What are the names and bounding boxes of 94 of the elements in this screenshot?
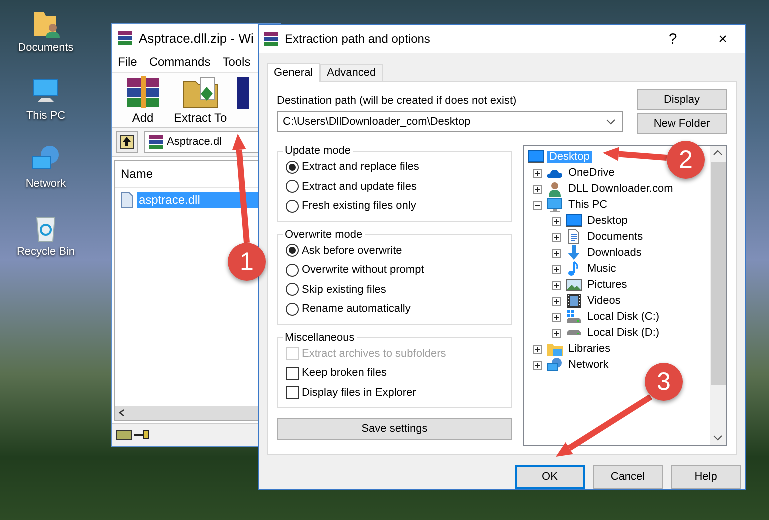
checkbox[interactable] [286, 366, 299, 380]
group-title: Overwrite mode [284, 228, 364, 240]
expand-icon[interactable] [552, 264, 562, 274]
destination-path-combobox[interactable]: C:\Users\DllDownloader_com\Desktop [277, 111, 623, 132]
key-icon [134, 430, 150, 440]
option-label[interactable]: Fresh existing files only [302, 200, 416, 212]
toolbar-button[interactable]: Add [122, 74, 164, 125]
expand-icon[interactable] [552, 312, 562, 322]
group-title: Miscellaneous [284, 332, 356, 344]
side-button[interactable]: New Folder [637, 113, 727, 134]
computer-icon [547, 197, 564, 213]
option-label[interactable]: Display files in Explorer [302, 386, 416, 399]
option-label[interactable]: Extract and replace files [302, 161, 420, 174]
option-label[interactable]: Skip existing files [302, 284, 386, 296]
tree-item[interactable]: DLL Downloader.com [566, 183, 676, 195]
expand-icon[interactable] [552, 280, 562, 290]
document-icon [566, 229, 582, 245]
radio-button[interactable] [286, 200, 299, 213]
dialog-button[interactable]: Cancel [593, 465, 663, 489]
tree-item[interactable]: This PC [566, 199, 610, 211]
tab[interactable]: General [267, 63, 320, 82]
radio-button[interactable] [286, 244, 299, 258]
desktop-icon-label[interactable]: This PC [26, 110, 66, 122]
dialog-title: Extraction path and options [285, 32, 432, 46]
option-label[interactable]: Extract and update files [302, 180, 417, 193]
chevron-down-icon[interactable] [713, 435, 723, 441]
drive-icon [116, 430, 132, 440]
option-label[interactable]: Keep broken files [302, 367, 387, 380]
menu-item[interactable]: Tools [222, 55, 251, 69]
film-icon [566, 293, 582, 309]
expand-icon[interactable] [552, 248, 562, 258]
expand-icon[interactable] [552, 296, 562, 306]
destination-label: Destination path (will be created if does not exist) [277, 95, 518, 107]
toolbar-button[interactable]: Extract To [174, 74, 228, 125]
up-folder-button[interactable] [116, 131, 138, 153]
tree-item[interactable]: Local Disk (D:) [585, 327, 662, 339]
chevron-up-icon[interactable] [713, 150, 723, 156]
radio-button[interactable] [286, 180, 299, 194]
radio-button[interactable] [286, 160, 299, 174]
expand-icon[interactable] [533, 168, 542, 178]
group-title: Update mode [284, 145, 352, 157]
expand-icon[interactable] [533, 184, 542, 194]
tree-item[interactable]: Music [585, 263, 618, 275]
archive-icon [117, 30, 133, 46]
tree-item[interactable]: Pictures [585, 279, 630, 291]
tree-item[interactable]: OneDrive [566, 167, 617, 179]
person-icon [547, 181, 564, 197]
desktop-icon-label[interactable]: Network [26, 178, 66, 190]
network-icon [547, 357, 564, 373]
tree-item[interactable]: Videos [585, 295, 623, 307]
tree-item[interactable]: Documents [585, 231, 646, 243]
expand-icon[interactable] [533, 344, 542, 354]
option-label[interactable]: Rename automatically [302, 303, 411, 316]
down-arrow-icon [566, 245, 582, 261]
monitor-icon [528, 149, 544, 165]
chevron-down-icon[interactable] [606, 118, 616, 124]
tree-item[interactable]: Downloads [585, 247, 644, 259]
tree-item[interactable]: Local Disk (C:) [585, 311, 662, 323]
expand-icon[interactable] [552, 216, 562, 226]
menu-item[interactable]: Commands [149, 55, 211, 69]
radio-button[interactable] [286, 283, 299, 296]
side-button[interactable]: Display [637, 89, 727, 110]
monitor-icon [566, 213, 582, 229]
dialog-button[interactable]: Help [671, 465, 741, 489]
window-title: Asptrace.dll.zip - Wi [139, 30, 254, 46]
tree-item[interactable]: Network [566, 359, 611, 371]
arrow [603, 147, 668, 162]
archive-icon [148, 134, 164, 150]
checkbox[interactable] [286, 386, 299, 400]
archive-icon [263, 31, 279, 47]
menu-item[interactable]: File [118, 55, 138, 69]
system-drive-icon [566, 309, 582, 325]
vertical-scrollbar[interactable] [710, 146, 726, 445]
option-label[interactable]: Overwrite without prompt [302, 264, 424, 276]
dialog-button[interactable]: OK [515, 465, 585, 489]
tree-item[interactable]: Libraries [566, 343, 613, 355]
toolbar-icon[interactable] [237, 75, 250, 111]
collapse-icon[interactable] [533, 200, 542, 210]
help-button[interactable]: ? [651, 25, 695, 53]
file-icon [121, 192, 133, 208]
tab[interactable]: Advanced [320, 64, 384, 81]
radio-button[interactable] [286, 302, 299, 316]
option-label[interactable]: Ask before overwrite [302, 244, 402, 257]
radio-button[interactable] [286, 264, 299, 277]
chevron-left-icon[interactable] [118, 409, 126, 417]
folder-icon [547, 341, 564, 357]
expand-icon[interactable] [533, 360, 542, 370]
close-button[interactable]: × [701, 25, 745, 53]
picture-icon [566, 277, 582, 293]
desktop-icon-label[interactable]: Documents [18, 42, 74, 54]
tree-item[interactable]: Desktop [585, 215, 630, 227]
save-settings-button[interactable]: Save settings [277, 418, 512, 440]
expand-icon[interactable] [552, 328, 562, 338]
expand-icon[interactable] [552, 232, 562, 242]
